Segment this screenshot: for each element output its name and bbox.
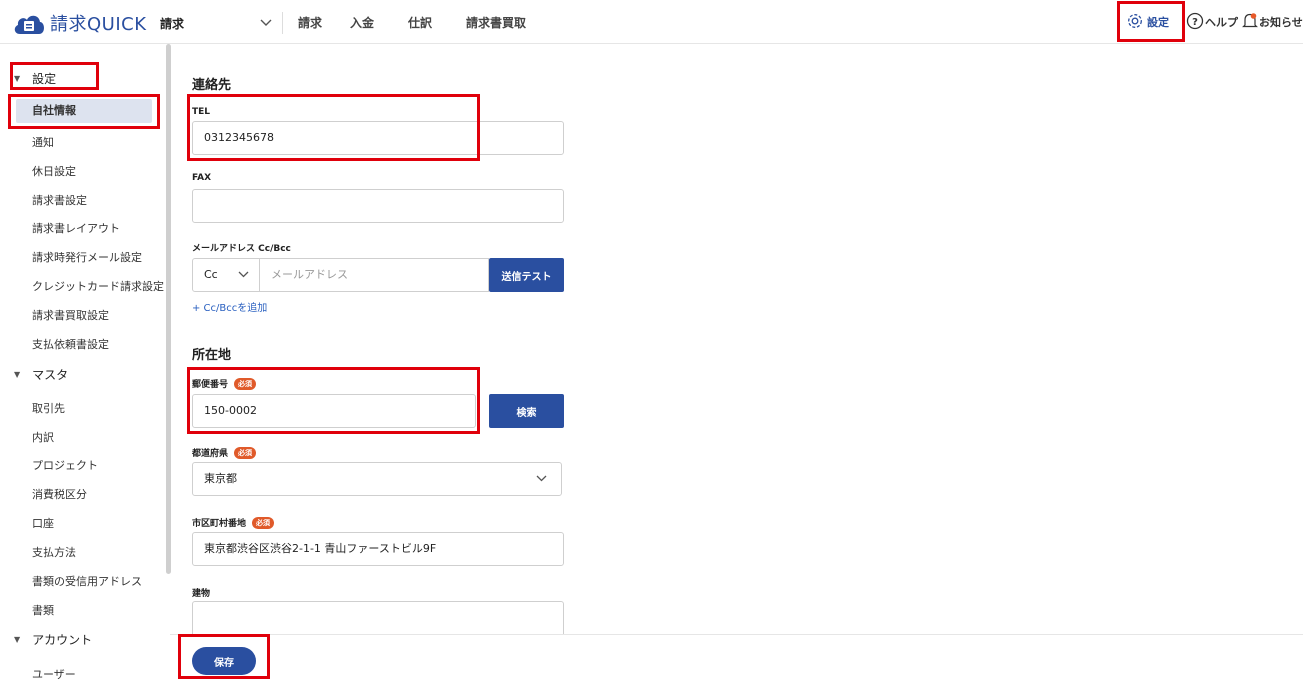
city-label: 市区町村番地 必須 [192, 516, 275, 529]
required-badge: 必須 [252, 516, 275, 529]
building-label: 建物 [192, 589, 211, 599]
sidebar-group-label: 設定 [32, 72, 57, 86]
sidebar-item-accounts[interactable]: 口座 [32, 515, 54, 531]
product-select-label: 請求 [160, 16, 185, 31]
sidebar-item-receive-address[interactable]: 書類の受信用アドレス [32, 573, 142, 589]
app-header: 請求QUICK 請求 請求 入金 仕訳 請求書買取 設定 ? ヘルプ お知らせ [0, 0, 1303, 44]
postal-code-input[interactable]: 150-0002 [192, 394, 476, 428]
save-button[interactable]: 保存 [192, 647, 256, 675]
section-title-contact: 連絡先 [192, 78, 232, 93]
header-divider [282, 12, 283, 34]
nav-billing[interactable]: 請求 [298, 14, 350, 31]
app-logo[interactable]: 請求QUICK [12, 10, 147, 36]
svg-text:?: ? [1192, 17, 1198, 28]
sidebar-item-holiday[interactable]: 休日設定 [32, 163, 76, 179]
help-label: ヘルプ [1205, 16, 1238, 29]
cc-select-value: Cc [204, 268, 218, 281]
sidebar-item-credit-card[interactable]: クレジットカード請求設定 [32, 278, 164, 294]
sidebar-item-factoring-settings[interactable]: 請求書買取設定 [32, 307, 109, 323]
sidebar-item-notification[interactable]: 通知 [32, 134, 54, 150]
section-title-address: 所在地 [192, 348, 232, 363]
cloud-document-icon [12, 10, 46, 36]
triangle-down-icon: ▼ [14, 635, 21, 644]
sidebar-item-projects[interactable]: プロジェクト [32, 457, 98, 473]
city-label-text: 市区町村番地 [192, 519, 247, 529]
send-test-button[interactable]: 送信テスト [489, 258, 564, 292]
help-link[interactable]: ? ヘルプ [1186, 0, 1238, 44]
sidebar-item-mail-settings[interactable]: 請求時発行メール設定 [32, 249, 142, 265]
sidebar-group-settings[interactable]: ▼ 設定 [14, 70, 56, 87]
tel-label: TEL [192, 107, 211, 117]
form-footer: 保存 [170, 634, 1303, 679]
cc-bcc-select[interactable]: Cc [192, 258, 260, 292]
pref-label: 都道府県 必須 [192, 446, 257, 459]
postal-label-text: 郵便番号 [192, 380, 229, 390]
help-icon: ? [1186, 12, 1204, 33]
notice-label: お知らせ [1259, 16, 1303, 29]
sidebar-group-master[interactable]: ▼ マスタ [14, 366, 68, 383]
sidebar-item-documents[interactable]: 書類 [32, 602, 54, 618]
search-address-button[interactable]: 検索 [489, 394, 564, 428]
fax-label: FAX [192, 173, 212, 183]
add-cc-bcc-link[interactable]: + Cc/Bccを追加 [192, 299, 267, 314]
settings-link[interactable]: 設定 [1126, 0, 1169, 44]
sidebar-item-tax-category[interactable]: 消費税区分 [32, 486, 87, 502]
bell-icon [1242, 12, 1258, 33]
required-badge: 必須 [234, 446, 257, 459]
sidebar-group-label: アカウント [32, 633, 93, 647]
nav-payment[interactable]: 入金 [350, 14, 408, 31]
triangle-down-icon: ▼ [14, 370, 21, 379]
sidebar-item-users[interactable]: ユーザー [32, 666, 76, 682]
sidebar-item-payment-method[interactable]: 支払方法 [32, 544, 76, 560]
postal-label: 郵便番号 必須 [192, 377, 257, 390]
nav-invoice-factoring[interactable]: 請求書買取 [466, 14, 556, 31]
tel-input[interactable]: 0312345678 [192, 121, 564, 155]
triangle-down-icon: ▼ [14, 74, 21, 83]
sidebar-group-label: マスタ [32, 368, 69, 382]
settings-label: 設定 [1147, 16, 1169, 29]
sidebar-item-invoice-settings[interactable]: 請求書設定 [32, 192, 87, 208]
gear-icon [1126, 12, 1144, 33]
chevron-down-icon [536, 463, 547, 495]
prefecture-value: 東京都 [204, 472, 237, 485]
pref-label-text: 都道府県 [192, 449, 229, 459]
prefecture-select[interactable]: 東京都 [192, 462, 562, 496]
main-content: 連絡先 TEL 0312345678 FAX メールアドレス Cc/Bcc Cc… [178, 44, 1303, 641]
main-nav: 請求 入金 仕訳 請求書買取 [298, 14, 556, 31]
fax-input[interactable] [192, 189, 564, 223]
chevron-down-icon [260, 17, 272, 30]
product-select[interactable]: 請求 [160, 12, 272, 34]
email-input[interactable]: メールアドレス [259, 258, 489, 292]
sidebar-group-account[interactable]: ▼ アカウント [14, 631, 92, 648]
city-address-input[interactable]: 東京都渋谷区渋谷2-1-1 青山ファーストビル9F [192, 532, 564, 566]
logo-text: 請求QUICK [50, 14, 147, 35]
sidebar-item-company-info[interactable]: 自社情報 [16, 99, 152, 123]
sidebar-item-payment-request[interactable]: 支払依頼書設定 [32, 336, 109, 352]
sidebar-item-clients[interactable]: 取引先 [32, 400, 65, 416]
email-label: メールアドレス Cc/Bcc [192, 244, 291, 254]
chevron-down-icon [238, 259, 249, 291]
required-badge: 必須 [234, 377, 257, 390]
nav-journal[interactable]: 仕訳 [408, 14, 466, 31]
sidebar-item-invoice-layout[interactable]: 請求書レイアウト [32, 220, 120, 236]
sidebar-scrollbar[interactable] [166, 44, 171, 574]
notice-link[interactable]: お知らせ [1242, 0, 1303, 44]
sidebar-item-breakdown[interactable]: 内訳 [32, 429, 54, 445]
